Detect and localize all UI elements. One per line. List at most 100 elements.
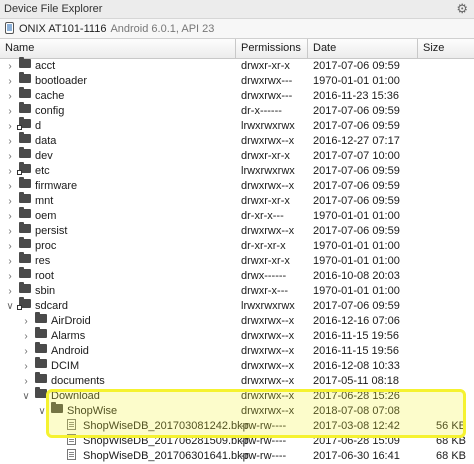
chevron-right-icon[interactable]: › [5,179,15,194]
row-date: 2016-10-08 20:03 [313,270,400,282]
tree-row[interactable]: › res drwxr-xr-x 1970-01-01 01:00 [0,252,474,269]
row-name: documents [51,375,105,387]
row-permissions: lrwxrwxrwx [241,120,295,132]
chevron-right-icon[interactable]: › [5,104,15,119]
gear-icon[interactable]: ⚙ [456,1,468,17]
row-name: res [35,255,51,267]
row-name: cache [35,90,65,102]
tree-row[interactable]: › data drwxrwx--x 2016-12-27 07:17 [0,132,474,149]
chevron-right-icon[interactable]: › [5,134,15,149]
row-name: d [35,120,42,132]
tree-row[interactable]: › bootloader drwxrwx--- 1970-01-01 01:00 [0,72,474,89]
chevron-right-icon[interactable]: › [5,89,15,104]
row-name: config [35,105,65,117]
chevron-right-icon[interactable]: › [5,209,15,224]
tree-row[interactable]: ∨ sdcard lrwxrwxrwx 2017-07-06 09:59 [0,297,474,314]
tree-row[interactable]: › firmware drwxrwx--x 2017-07-06 09:59 [0,177,474,194]
tree-row[interactable]: › Android drwxrwx--x 2016-11-15 19:56 [0,342,474,359]
chevron-down-icon[interactable]: ∨ [21,389,31,404]
row-date: 2017-07-06 09:59 [313,165,400,177]
row-name: root [35,270,54,282]
chevron-right-icon[interactable]: › [5,59,15,74]
chevron-right-icon[interactable]: › [5,119,15,134]
chevron-right-icon[interactable]: › [5,149,15,164]
chevron-down-icon[interactable]: ∨ [5,299,15,314]
row-permissions: drwx------ [241,270,287,282]
row-permissions: drwxrwx--x [241,345,295,357]
tree-row[interactable]: › etc lrwxrwxrwx 2017-07-06 09:59 [0,162,474,179]
window-title: Device File Explorer [4,3,103,15]
chevron-right-icon[interactable]: › [21,359,31,374]
title-bar: Device File Explorer ⚙ [0,0,474,19]
tree-row[interactable]: › root drwx------ 2016-10-08 20:03 [0,267,474,284]
chevron-right-icon[interactable]: › [5,164,15,179]
tree-row[interactable]: › mnt drwxr-xr-x 2017-07-06 09:59 [0,192,474,209]
row-date: 1970-01-01 01:00 [313,75,400,87]
chevron-right-icon[interactable]: › [5,269,15,284]
tree-row[interactable]: › Alarms drwxrwx--x 2016-11-15 19:56 [0,327,474,344]
row-date: 2016-12-08 10:33 [313,360,400,372]
tree-row[interactable]: › documents drwxrwx--x 2017-05-11 08:18 [0,372,474,389]
chevron-right-icon[interactable]: › [21,344,31,359]
tree-row[interactable]: › sbin drwxr-x--- 1970-01-01 01:00 [0,282,474,299]
tree-row[interactable]: › proc dr-xr-xr-x 1970-01-01 01:00 [0,237,474,254]
chevron-right-icon[interactable]: › [5,74,15,89]
row-name: sbin [35,285,56,297]
row-permissions: drwxr-xr-x [241,195,290,207]
row-date: 2016-12-16 07:06 [313,315,400,327]
row-name: bootloader [35,75,87,87]
row-permissions: drwxrwx--x [241,360,295,372]
chevron-right-icon[interactable]: › [5,194,15,209]
tree-row[interactable]: › DCIM drwxrwx--x 2016-12-08 10:33 [0,357,474,374]
row-date: 2017-07-06 09:59 [313,300,400,312]
row-name: Android [51,345,89,357]
chevron-right-icon[interactable]: › [21,314,31,329]
row-permissions: dr-xr-x--- [241,210,284,222]
tree-row[interactable]: › config dr-x------ 2017-07-06 09:59 [0,102,474,119]
tree-row[interactable]: › d lrwxrwxrwx 2017-07-06 09:59 [0,117,474,134]
folder-icon [19,222,31,233]
tree-row[interactable]: › oem dr-xr-x--- 1970-01-01 01:00 [0,207,474,224]
chevron-right-icon[interactable]: › [5,254,15,269]
row-date: 2017-07-06 09:59 [313,225,400,237]
row-permissions: drwxr-xr-x [241,150,290,162]
chevron-right-icon[interactable]: › [5,284,15,299]
column-date[interactable]: Date [308,39,418,58]
column-name[interactable]: Name [0,39,236,58]
chevron-right-icon[interactable]: › [21,374,31,389]
row-permissions: drwxrwx--x [241,375,295,387]
chevron-right-icon[interactable]: › [21,329,31,344]
folder-link-icon [17,297,31,310]
folder-link-icon [17,117,31,130]
device-selector[interactable]: ONIX AT101-1116 Android 6.0.1, API 23 [0,19,474,39]
folder-icon [19,282,31,293]
column-size[interactable]: Size [418,39,474,58]
row-date: 2016-11-15 19:56 [313,345,400,357]
row-name: etc [35,165,50,177]
chevron-right-icon[interactable]: › [5,239,15,254]
chevron-right-icon[interactable]: › [5,224,15,239]
row-name: oem [35,210,57,222]
row-name: persist [35,225,68,237]
row-date: 1970-01-01 01:00 [313,285,400,297]
tree-row[interactable]: › AirDroid drwxrwx--x 2016-12-16 07:06 [0,312,474,329]
tree-row[interactable]: › dev drwxr-xr-x 2017-07-07 10:00 [0,147,474,164]
row-date: 2017-07-06 09:59 [313,105,400,117]
tree-row[interactable]: › acct drwxr-xr-x 2017-07-06 09:59 [0,57,474,74]
row-permissions: lrwxrwxrwx [241,165,295,177]
row-date: 1970-01-01 01:00 [313,255,400,267]
folder-icon [19,192,31,203]
file-icon [67,449,76,460]
folder-icon [19,207,31,218]
tree-row[interactable]: › cache drwxrwx--- 2016-11-23 15:36 [0,87,474,104]
tree-row[interactable]: › persist drwxrwx--x 2017-07-06 09:59 [0,222,474,239]
column-permissions[interactable]: Permissions [236,39,308,58]
row-permissions: drwxrwx--- [241,90,293,102]
row-permissions: drwxrwx--x [241,330,295,342]
folder-icon [35,327,47,338]
folder-icon [19,147,31,158]
tree-row[interactable]: ShopWiseDB_201706301641.bkp -rw-rw---- 201… [0,449,474,464]
row-size: 68 KB [436,450,466,462]
folder-icon [19,57,31,68]
row-date: 2017-07-06 09:59 [313,60,400,72]
